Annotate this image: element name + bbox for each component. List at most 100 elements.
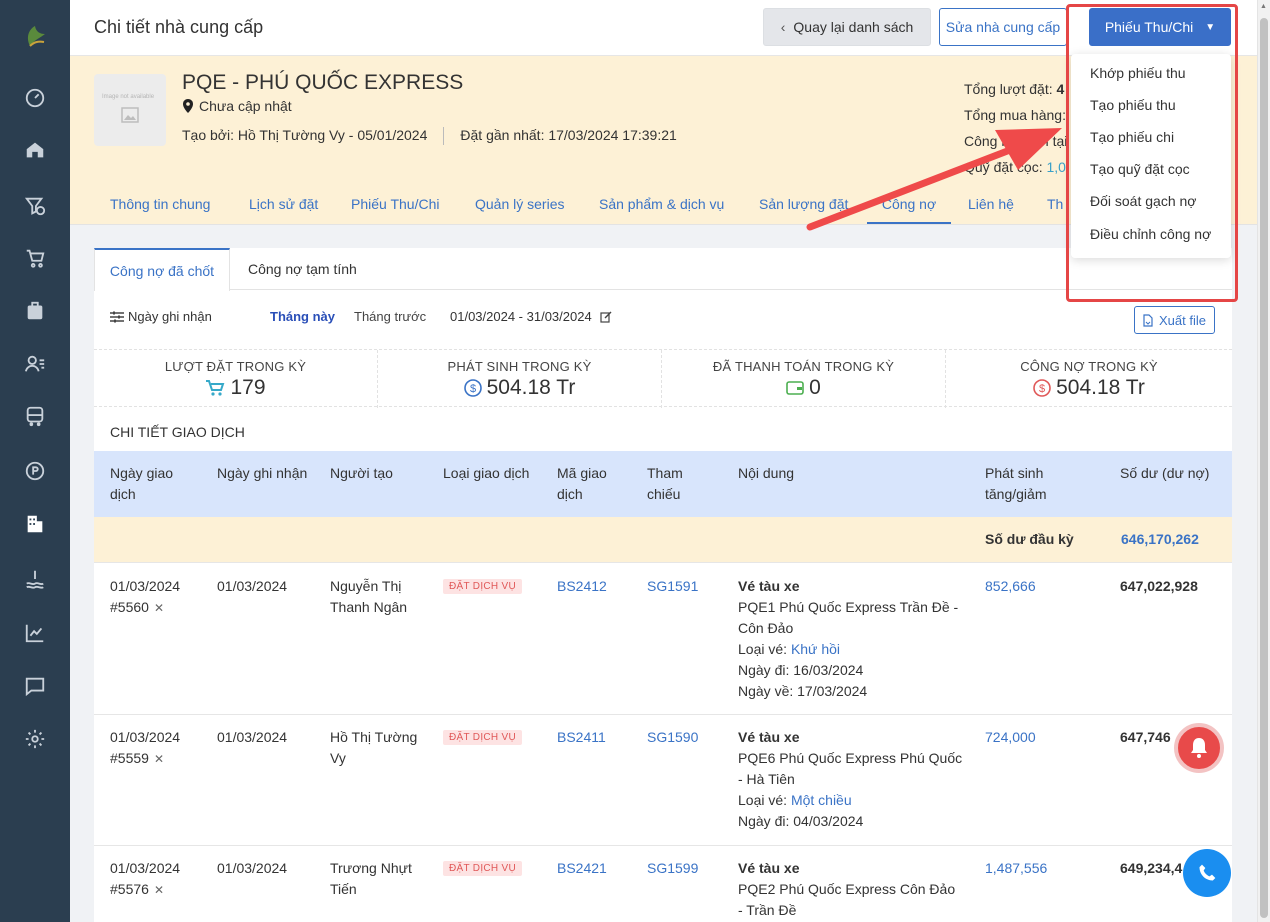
- row-id: #5576: [110, 881, 149, 897]
- dashboard-icon[interactable]: [22, 85, 48, 111]
- th-recorded-date: Ngày ghi nhận: [217, 465, 308, 481]
- summary-title: LƯỢT ĐẶT TRONG KỲ: [164, 359, 307, 374]
- back-to-list-button[interactable]: ‹ Quay lại danh sách: [763, 8, 931, 46]
- transaction-code-link[interactable]: BS2411: [557, 727, 606, 748]
- app-logo[interactable]: [20, 22, 50, 52]
- transaction-type-badge: ĐẶT DỊCH VỤ: [443, 579, 523, 594]
- date-filter-label[interactable]: Ngày ghi nhận: [110, 309, 212, 324]
- tab-receipts[interactable]: Phiếu Thu/Chi: [351, 196, 439, 212]
- summary-debt: CÔNG NỢ TRONG KỲ $504.18 Tr: [946, 350, 1232, 408]
- row-recorded: 01/03/2024: [217, 860, 288, 876]
- bell-icon: [1191, 738, 1207, 758]
- content-title: Vé tàu xe: [738, 860, 800, 876]
- dollar-circle-icon: $: [463, 379, 482, 397]
- gear-icon[interactable]: [22, 726, 48, 752]
- tab-products[interactable]: Sản phẩm & dịch vụ: [599, 196, 724, 212]
- reference-link[interactable]: SG1591: [647, 576, 698, 597]
- chat-icon[interactable]: [22, 673, 48, 699]
- reference-link[interactable]: SG1599: [647, 858, 698, 879]
- summary-paid: ĐÃ THANH TOÁN TRONG KỲ 0: [662, 350, 946, 408]
- table-row: 01/03/2024 #5560 ✕ 01/03/2024 Nguyễn Thị T…: [94, 564, 1232, 715]
- summary-value: 504.18 Tr: [486, 376, 576, 399]
- filter-dollar-icon[interactable]: [22, 193, 48, 219]
- row-date: 01/03/2024: [110, 578, 181, 594]
- edit-icon[interactable]: [600, 311, 612, 323]
- parking-icon[interactable]: [22, 458, 48, 484]
- summary-title: PHÁT SINH TRONG KỲ: [447, 359, 592, 374]
- row-balance: 647,022,928: [1120, 578, 1198, 594]
- last-month-filter[interactable]: Tháng trước: [354, 309, 426, 324]
- call-button[interactable]: [1183, 849, 1231, 897]
- summary-value: 179: [230, 376, 266, 399]
- filter-bar: Ngày ghi nhận Tháng này Tháng trước 01/0…: [94, 291, 1232, 349]
- tab-contacts[interactable]: Liên hệ: [968, 196, 1014, 212]
- row-amount[interactable]: 852,666: [985, 576, 1036, 597]
- subtab-closed-debt[interactable]: Công nợ đã chốt: [94, 248, 230, 291]
- tab-series[interactable]: Quản lý series: [475, 196, 564, 212]
- row-recorded: 01/03/2024: [217, 578, 288, 594]
- row-amount[interactable]: 724,000: [985, 727, 1036, 748]
- tab-volume[interactable]: Sản lượng đặt: [759, 196, 848, 212]
- section-title: CHI TIẾT GIAO DỊCH: [110, 424, 245, 440]
- th-reference: Tham chiếu: [647, 465, 683, 502]
- export-file-button[interactable]: Xuất file: [1134, 306, 1215, 334]
- content-title: Vé tàu xe: [738, 578, 800, 594]
- address-text: Chưa cập nhật: [199, 98, 292, 114]
- svg-text:$: $: [1039, 383, 1045, 395]
- summary-value: 0: [809, 376, 821, 399]
- content-route: PQE2 Phú Quốc Express Côn Đảo - Trần Đề: [738, 881, 956, 918]
- opening-value[interactable]: 646,170,262: [1121, 531, 1199, 547]
- row-date: 01/03/2024: [110, 729, 181, 745]
- notification-bell-button[interactable]: [1174, 723, 1224, 773]
- close-icon[interactable]: ✕: [154, 883, 164, 897]
- row-amount[interactable]: 1,487,556: [985, 858, 1047, 879]
- edit-supplier-button[interactable]: Sửa nhà cung cấp: [939, 8, 1067, 46]
- chart-icon[interactable]: [22, 620, 48, 646]
- stat-deposit-label: Quỹ đặt cọc:: [964, 159, 1043, 175]
- summary-incurred: PHÁT SINH TRONG KỲ $504.18 Tr: [378, 350, 662, 408]
- table-row: 01/03/2024 #5559 ✕ 01/03/2024 Hồ Thị Tường…: [94, 715, 1232, 846]
- last-booking: Đặt gần nhất: 17/03/2024 17:39:21: [460, 127, 677, 143]
- row-id: #5560: [110, 599, 149, 615]
- row-recorded: 01/03/2024: [217, 729, 288, 745]
- briefcase-icon[interactable]: [22, 298, 48, 324]
- transaction-code-link[interactable]: BS2421: [557, 858, 607, 879]
- tab-debt[interactable]: Công nợ: [867, 196, 951, 224]
- money-flow-icon[interactable]: [22, 566, 48, 592]
- summary-stats: LƯỢT ĐẶT TRONG KỲ 179 PHÁT SINH TRONG KỲ…: [94, 349, 1232, 408]
- this-month-filter[interactable]: Tháng này: [270, 309, 335, 324]
- tab-general[interactable]: Thông tin chung: [110, 196, 210, 212]
- page-scrollbar[interactable]: ▲: [1257, 0, 1270, 922]
- reference-link[interactable]: SG1590: [647, 727, 698, 748]
- depart-date: Ngày đi: 04/03/2024: [738, 813, 864, 829]
- svg-text:$: $: [470, 383, 476, 395]
- location-pin-icon: [183, 99, 193, 113]
- ticket-label: Loại vé:: [738, 641, 788, 657]
- table-row: 01/03/2024 #5576 ✕ 01/03/2024 Trương Nhựt …: [94, 846, 1232, 922]
- transaction-type-badge: ĐẶT DỊCH VỤ: [443, 730, 523, 745]
- opening-balance-row: Số dư đầu kỳ 646,170,262: [94, 517, 1232, 563]
- th-balance: Số dư (dư nợ): [1120, 465, 1210, 481]
- home-icon[interactable]: [22, 137, 48, 163]
- close-icon[interactable]: ✕: [154, 752, 164, 766]
- building-icon[interactable]: [22, 511, 48, 537]
- bus-icon[interactable]: [22, 403, 48, 429]
- row-content: Vé tàu xe PQE6 Phú Quốc Express Phú Quốc…: [738, 727, 963, 832]
- transaction-code-link[interactable]: BS2412: [557, 576, 607, 597]
- close-icon[interactable]: ✕: [154, 601, 164, 615]
- user-list-icon[interactable]: [22, 351, 48, 377]
- tab-booking-history[interactable]: Lịch sử đặt: [249, 196, 318, 212]
- stat-deposit-value: 1,0: [1046, 159, 1066, 175]
- supplier-stats: Tổng lượt đặt: 4 Tổng mua hàng: Công nợ …: [964, 76, 1067, 180]
- th-code: Mã giao dịch: [557, 465, 607, 502]
- subtab-provisional-debt[interactable]: Công nợ tạm tính: [248, 248, 357, 290]
- stat-bookings-value: 4: [1056, 81, 1065, 97]
- supplier-name: PQE - PHÚ QUỐC EXPRESS: [182, 71, 464, 94]
- highlight-box: [1066, 4, 1238, 302]
- date-range[interactable]: 01/03/2024 - 31/03/2024: [450, 309, 612, 324]
- tab-more[interactable]: Th: [1047, 196, 1063, 212]
- debt-subtabs: Công nợ đã chốt Công nợ tạm tính: [94, 248, 1232, 291]
- row-content: Vé tàu xe PQE2 Phú Quốc Express Côn Đảo …: [738, 858, 963, 921]
- cart-icon[interactable]: [22, 245, 48, 271]
- export-label: Xuất file: [1159, 312, 1206, 328]
